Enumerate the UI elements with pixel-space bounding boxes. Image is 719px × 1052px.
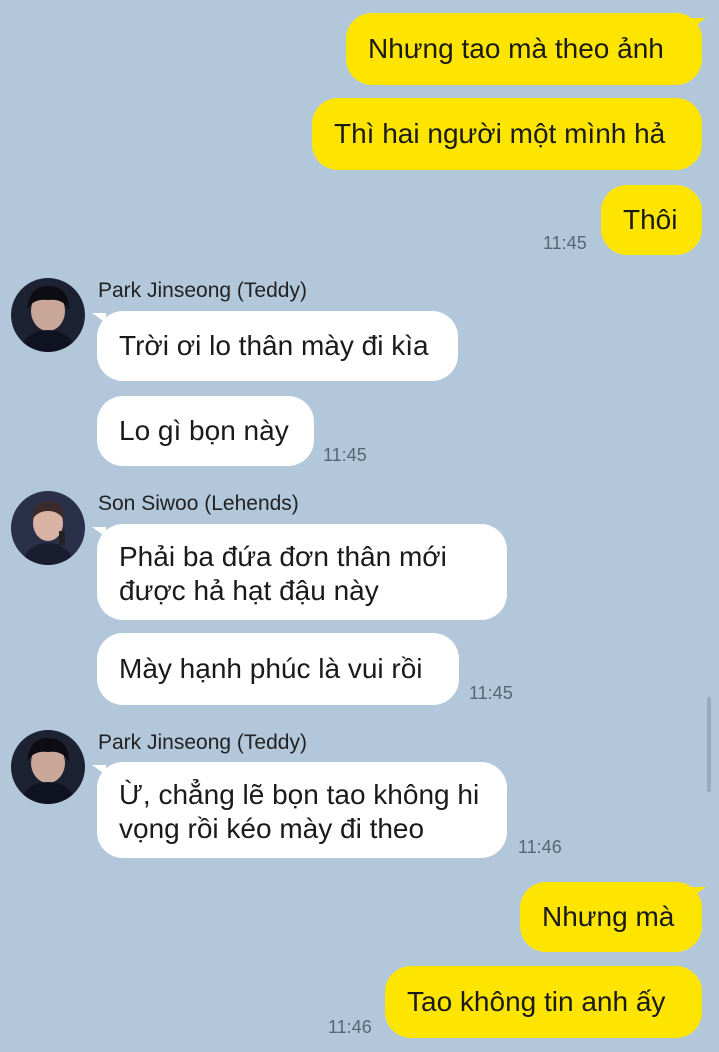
message-text: Tao không tin anh ấy xyxy=(407,986,666,1017)
their-message-bubble[interactable]: Phải ba đứa đơn thân mới được hả hạt đậu… xyxy=(97,524,507,620)
avatar[interactable] xyxy=(11,278,85,352)
my-message-bubble[interactable]: Thì hai người một mình hả xyxy=(312,98,702,170)
avatar-image xyxy=(11,491,85,565)
message-text: Nhưng tao mà theo ảnh xyxy=(368,33,664,64)
message-timestamp: 11:45 xyxy=(543,233,587,253)
my-message-bubble[interactable]: Nhưng mà xyxy=(520,882,702,952)
message-text: Thôi xyxy=(623,204,678,235)
their-message-bubble[interactable]: Mày hạnh phúc là vui rồi xyxy=(97,633,459,705)
avatar[interactable] xyxy=(11,491,85,565)
my-message-bubble[interactable]: Thôi xyxy=(601,185,702,255)
sender-name: Son Siwoo (Lehends) xyxy=(98,492,299,515)
message-text: Thì hai người một mình hả xyxy=(334,118,666,149)
avatar-image xyxy=(11,730,85,804)
message-timestamp: 11:46 xyxy=(328,1017,372,1037)
message-text: Lo gì bọn này xyxy=(119,415,289,446)
sender-name: Park Jinseong (Teddy) xyxy=(98,279,307,302)
avatar[interactable] xyxy=(11,730,85,804)
their-message-bubble[interactable]: Trời ơi lo thân mày đi kìa xyxy=(97,311,458,381)
sender-name: Park Jinseong (Teddy) xyxy=(98,731,307,754)
message-timestamp: 11:45 xyxy=(469,683,513,703)
message-text: Phải ba đứa đơn thân mới được hả hạt đậu… xyxy=(119,541,447,606)
message-text: Ừ, chẳng lẽ bọn tao không hi vọng rồi ké… xyxy=(119,779,480,844)
their-message-bubble[interactable]: Lo gì bọn này xyxy=(97,396,314,466)
message-text: Mày hạnh phúc là vui rồi xyxy=(119,653,423,684)
my-message-bubble[interactable]: Tao không tin anh ấy xyxy=(385,966,702,1038)
avatar-image xyxy=(11,278,85,352)
message-text: Trời ơi lo thân mày đi kìa xyxy=(119,330,429,361)
my-message-bubble[interactable]: Nhưng tao mà theo ảnh xyxy=(346,13,702,85)
message-timestamp: 11:45 xyxy=(323,445,367,465)
scrollbar[interactable] xyxy=(707,697,711,792)
message-timestamp: 11:46 xyxy=(518,837,562,857)
message-text: Nhưng mà xyxy=(542,901,675,932)
their-message-bubble[interactable]: Ừ, chẳng lẽ bọn tao không hi vọng rồi ké… xyxy=(97,762,507,858)
